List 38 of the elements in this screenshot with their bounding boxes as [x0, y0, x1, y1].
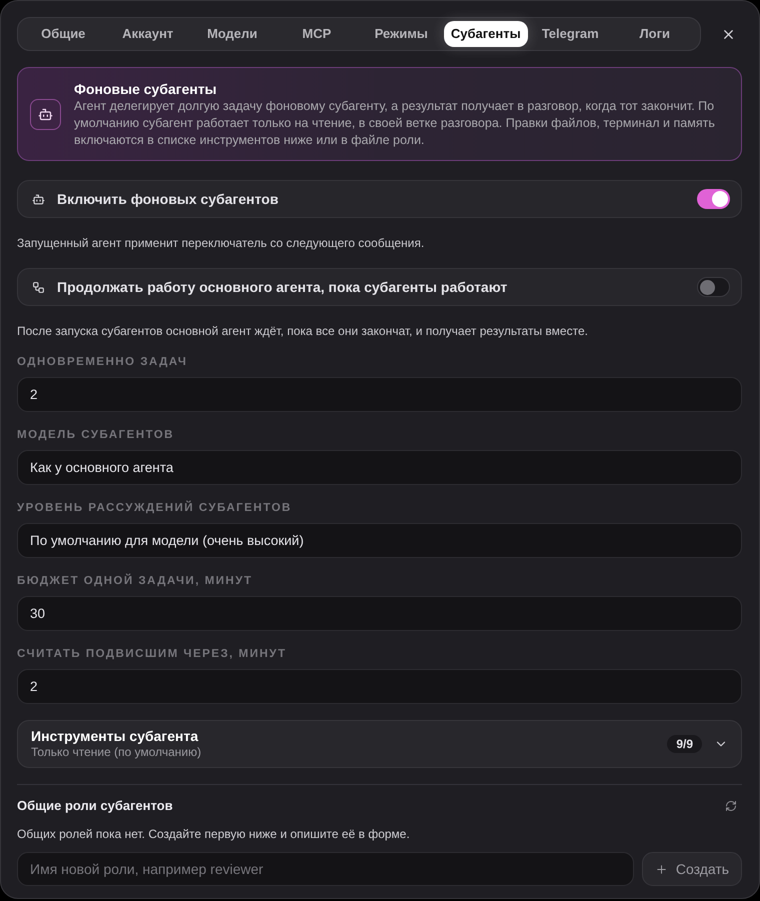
tools-accordion[interactable]: Инструменты субагента Только чтение (по умолчанию) 9/9 — [17, 720, 742, 768]
field-label: БЮДЖЕТ ОДНОЙ ЗАДАЧИ, МИНУТ — [17, 573, 254, 589]
setting-note: После запуска субагентов основной агент ждёт, пока все они закончат, и получает результаты вместе. — [17, 323, 589, 339]
robot-icon — [32, 192, 45, 206]
refresh-icon[interactable] — [725, 800, 737, 812]
toggle-switch[interactable] — [697, 189, 730, 209]
nodes-icon — [32, 280, 45, 294]
setting-label: Продолжать работу основного агента, пока субагенты работают — [57, 278, 508, 297]
tab[interactable]: Общие — [21, 21, 106, 47]
tab[interactable]: Режимы — [359, 21, 444, 47]
plus-icon — [654, 862, 668, 876]
robot-icon — [30, 99, 61, 130]
input-field[interactable]: Как у основного агента — [17, 450, 742, 485]
section-title: Общие роли субагентов — [17, 797, 173, 815]
tab[interactable]: Telegram — [528, 21, 612, 47]
tab[interactable]: Модели — [190, 21, 274, 47]
setting-note: Запущенный агент применит переключатель со следующего сообщения. — [17, 235, 426, 251]
field-label: ОДНОВРЕМЕННО ЗАДАЧ — [17, 355, 188, 370]
field-label: УРОВЕНЬ РАССУЖДЕНИЙ СУБАГЕНТОВ — [17, 500, 293, 516]
input-field[interactable]: Имя новой роли, например reviewer — [17, 852, 634, 886]
field-label: СЧИТАТЬ ПОДВИСШИМ ЧЕРЕЗ, МИНУТ — [17, 647, 288, 662]
tab[interactable]: Субагенты — [444, 21, 528, 47]
accordion-title: Инструменты субагента — [31, 728, 200, 745]
empty-message: Общих ролей пока нет. Создайте первую ниже и опишите её в форме. — [17, 826, 411, 842]
count-badge: 9/9 — [667, 735, 702, 753]
input-field[interactable]: 30 — [17, 596, 742, 631]
accordion-subtitle: Только чтение (по умолчанию) — [31, 745, 202, 760]
toggle-switch[interactable] — [697, 277, 730, 297]
card-title: Фоновые субагенты — [74, 80, 218, 98]
card-description: Агент делегирует долгую задачу фоновому субагенту, а результат получает в разговор, когда тот закончит. По умолчанию субагент работает только на чтение, в своей ветке разговора. Правки файлов, терминал и память включаются в списке инструментов ниже или в файле роли. — [74, 98, 716, 149]
input-field[interactable]: 2 — [17, 669, 742, 704]
tab[interactable]: Аккаунт — [106, 21, 190, 47]
tab[interactable]: Логи — [612, 21, 697, 47]
input-field[interactable]: 2 — [17, 377, 742, 412]
tab[interactable]: MCP — [274, 21, 359, 47]
field-label: МОДЕЛЬ СУБАГЕНТОВ — [17, 428, 176, 443]
input-field[interactable]: По умолчанию для модели (очень высокий) — [17, 523, 742, 558]
setting-label: Включить фоновых субагентов — [57, 190, 280, 209]
